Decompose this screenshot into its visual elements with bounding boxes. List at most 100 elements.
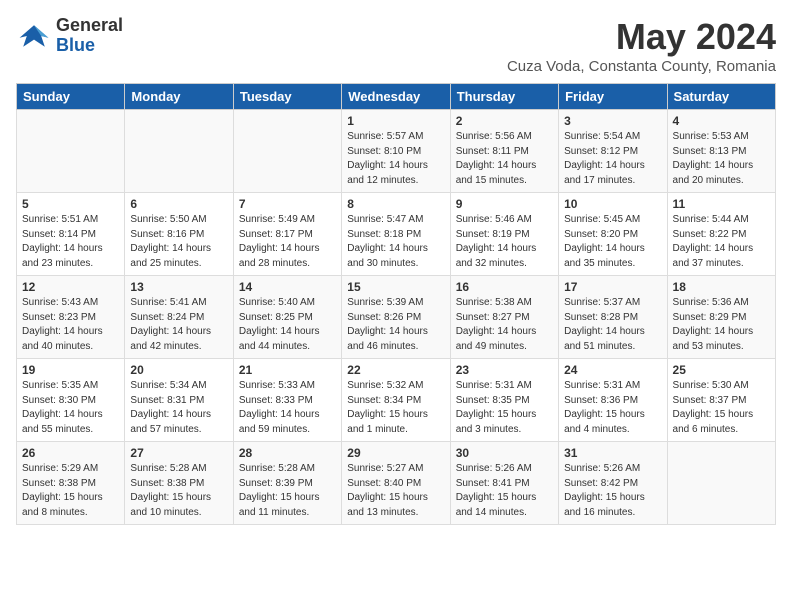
day-number: 12 xyxy=(22,280,119,294)
day-info: Sunrise: 5:32 AM Sunset: 8:34 PM Dayligh… xyxy=(347,379,444,437)
calendar-cell: 29 Sunrise: 5:27 AM Sunset: 8:40 PM Dayli… xyxy=(342,442,450,525)
day-info: Sunrise: 5:50 AM Sunset: 8:16 PM Dayligh… xyxy=(130,213,227,271)
calendar-cell: 28 Sunrise: 5:28 AM Sunset: 8:39 PM Dayli… xyxy=(233,442,341,525)
day-info: Sunrise: 5:29 AM Sunset: 8:38 PM Dayligh… xyxy=(22,462,119,520)
week-row-4: 26 Sunrise: 5:29 AM Sunset: 8:38 PM Dayli… xyxy=(17,442,776,525)
calendar-cell: 22 Sunrise: 5:32 AM Sunset: 8:34 PM Dayli… xyxy=(342,359,450,442)
calendar-cell: 11 Sunrise: 5:44 AM Sunset: 8:22 PM Dayli… xyxy=(667,193,775,276)
month-title: May 2024 xyxy=(507,16,776,58)
header-sunday: Sunday xyxy=(17,84,125,110)
day-info: Sunrise: 5:41 AM Sunset: 8:24 PM Dayligh… xyxy=(130,296,227,354)
day-number: 29 xyxy=(347,446,444,460)
calendar-cell: 6 Sunrise: 5:50 AM Sunset: 8:16 PM Daylig… xyxy=(125,193,233,276)
calendar-cell: 2 Sunrise: 5:56 AM Sunset: 8:11 PM Daylig… xyxy=(450,110,558,193)
day-info: Sunrise: 5:39 AM Sunset: 8:26 PM Dayligh… xyxy=(347,296,444,354)
calendar-cell: 16 Sunrise: 5:38 AM Sunset: 8:27 PM Dayli… xyxy=(450,276,558,359)
day-info: Sunrise: 5:54 AM Sunset: 8:12 PM Dayligh… xyxy=(564,130,661,188)
calendar-cell xyxy=(233,110,341,193)
calendar-cell: 19Sunrise: 5:35 AM Sunset: 8:30 PM Dayli… xyxy=(17,359,125,442)
day-number: 11 xyxy=(673,197,770,211)
day-info: Sunrise: 5:57 AM Sunset: 8:10 PM Dayligh… xyxy=(347,130,444,188)
calendar-cell: 25 Sunrise: 5:30 AM Sunset: 8:37 PM Dayli… xyxy=(667,359,775,442)
day-info: Sunrise: 5:28 AM Sunset: 8:39 PM Dayligh… xyxy=(239,462,336,520)
day-number: 15 xyxy=(347,280,444,294)
calendar-cell: 3 Sunrise: 5:54 AM Sunset: 8:12 PM Daylig… xyxy=(559,110,667,193)
day-number: 16 xyxy=(456,280,553,294)
calendar-cell: 24 Sunrise: 5:31 AM Sunset: 8:36 PM Dayli… xyxy=(559,359,667,442)
logo-bird-icon xyxy=(16,18,52,54)
day-number: 31 xyxy=(564,446,661,460)
day-info: Sunrise: 5:43 AM Sunset: 8:23 PM Dayligh… xyxy=(22,296,119,354)
day-number: 25 xyxy=(673,363,770,377)
title-block: May 2024 Cuza Voda, Constanta County, Ro… xyxy=(507,16,776,75)
calendar-cell: 20 Sunrise: 5:34 AM Sunset: 8:31 PM Dayli… xyxy=(125,359,233,442)
day-number: 19 xyxy=(22,363,119,377)
day-info: Sunrise: 5:36 AM Sunset: 8:29 PM Dayligh… xyxy=(673,296,770,354)
day-info: Sunrise: 5:44 AM Sunset: 8:22 PM Dayligh… xyxy=(673,213,770,271)
calendar-table: SundayMondayTuesdayWednesdayThursdayFrid… xyxy=(16,83,776,525)
calendar-cell: 8Sunrise: 5:47 AM Sunset: 8:18 PM Daylig… xyxy=(342,193,450,276)
calendar-cell: 18 Sunrise: 5:36 AM Sunset: 8:29 PM Dayli… xyxy=(667,276,775,359)
calendar-cell: 17 Sunrise: 5:37 AM Sunset: 8:28 PM Dayli… xyxy=(559,276,667,359)
header-friday: Friday xyxy=(559,84,667,110)
header-monday: Monday xyxy=(125,84,233,110)
calendar-cell: 30Sunrise: 5:26 AM Sunset: 8:41 PM Dayli… xyxy=(450,442,558,525)
page-header: General Blue May 2024 Cuza Voda, Constan… xyxy=(16,16,776,75)
calendar-cell: 13 Sunrise: 5:41 AM Sunset: 8:24 PM Dayli… xyxy=(125,276,233,359)
calendar-cell: 12 Sunrise: 5:43 AM Sunset: 8:23 PM Dayli… xyxy=(17,276,125,359)
day-number: 28 xyxy=(239,446,336,460)
calendar-cell: 4Sunrise: 5:53 AM Sunset: 8:13 PM Daylig… xyxy=(667,110,775,193)
day-info: Sunrise: 5:30 AM Sunset: 8:37 PM Dayligh… xyxy=(673,379,770,437)
day-info: Sunrise: 5:26 AM Sunset: 8:41 PM Dayligh… xyxy=(456,462,553,520)
calendar-cell: 9Sunrise: 5:46 AM Sunset: 8:19 PM Daylig… xyxy=(450,193,558,276)
day-number: 10 xyxy=(564,197,661,211)
location: Cuza Voda, Constanta County, Romania xyxy=(507,58,776,75)
calendar-cell: 1 Sunrise: 5:57 AM Sunset: 8:10 PM Daylig… xyxy=(342,110,450,193)
week-row-0: 1 Sunrise: 5:57 AM Sunset: 8:10 PM Daylig… xyxy=(17,110,776,193)
day-info: Sunrise: 5:37 AM Sunset: 8:28 PM Dayligh… xyxy=(564,296,661,354)
day-number: 6 xyxy=(130,197,227,211)
day-info: Sunrise: 5:28 AM Sunset: 8:38 PM Dayligh… xyxy=(130,462,227,520)
day-number: 7 xyxy=(239,197,336,211)
day-number: 4 xyxy=(673,114,770,128)
day-number: 3 xyxy=(564,114,661,128)
calendar-cell: 27Sunrise: 5:28 AM Sunset: 8:38 PM Dayli… xyxy=(125,442,233,525)
day-info: Sunrise: 5:49 AM Sunset: 8:17 PM Dayligh… xyxy=(239,213,336,271)
header-saturday: Saturday xyxy=(667,84,775,110)
day-info: Sunrise: 5:31 AM Sunset: 8:35 PM Dayligh… xyxy=(456,379,553,437)
logo: General Blue xyxy=(16,16,123,56)
calendar-cell xyxy=(125,110,233,193)
calendar-cell xyxy=(667,442,775,525)
day-number: 22 xyxy=(347,363,444,377)
day-number: 2 xyxy=(456,114,553,128)
calendar-cell: 15 Sunrise: 5:39 AM Sunset: 8:26 PM Dayli… xyxy=(342,276,450,359)
day-info: Sunrise: 5:46 AM Sunset: 8:19 PM Dayligh… xyxy=(456,213,553,271)
calendar-cell: 31Sunrise: 5:26 AM Sunset: 8:42 PM Dayli… xyxy=(559,442,667,525)
day-info: Sunrise: 5:34 AM Sunset: 8:31 PM Dayligh… xyxy=(130,379,227,437)
header-thursday: Thursday xyxy=(450,84,558,110)
day-number: 13 xyxy=(130,280,227,294)
calendar-cell: 23Sunrise: 5:31 AM Sunset: 8:35 PM Dayli… xyxy=(450,359,558,442)
day-number: 21 xyxy=(239,363,336,377)
day-number: 24 xyxy=(564,363,661,377)
day-info: Sunrise: 5:31 AM Sunset: 8:36 PM Dayligh… xyxy=(564,379,661,437)
day-info: Sunrise: 5:27 AM Sunset: 8:40 PM Dayligh… xyxy=(347,462,444,520)
day-number: 18 xyxy=(673,280,770,294)
header-wednesday: Wednesday xyxy=(342,84,450,110)
day-number: 1 xyxy=(347,114,444,128)
day-info: Sunrise: 5:45 AM Sunset: 8:20 PM Dayligh… xyxy=(564,213,661,271)
day-number: 8 xyxy=(347,197,444,211)
calendar-header-row: SundayMondayTuesdayWednesdayThursdayFrid… xyxy=(17,84,776,110)
day-number: 20 xyxy=(130,363,227,377)
week-row-3: 19Sunrise: 5:35 AM Sunset: 8:30 PM Dayli… xyxy=(17,359,776,442)
day-info: Sunrise: 5:38 AM Sunset: 8:27 PM Dayligh… xyxy=(456,296,553,354)
day-info: Sunrise: 5:56 AM Sunset: 8:11 PM Dayligh… xyxy=(456,130,553,188)
day-number: 17 xyxy=(564,280,661,294)
header-tuesday: Tuesday xyxy=(233,84,341,110)
logo-text: General Blue xyxy=(56,16,123,56)
calendar-cell: 26 Sunrise: 5:29 AM Sunset: 8:38 PM Dayli… xyxy=(17,442,125,525)
day-info: Sunrise: 5:40 AM Sunset: 8:25 PM Dayligh… xyxy=(239,296,336,354)
calendar-cell: 10 Sunrise: 5:45 AM Sunset: 8:20 PM Dayli… xyxy=(559,193,667,276)
day-number: 26 xyxy=(22,446,119,460)
day-info: Sunrise: 5:33 AM Sunset: 8:33 PM Dayligh… xyxy=(239,379,336,437)
